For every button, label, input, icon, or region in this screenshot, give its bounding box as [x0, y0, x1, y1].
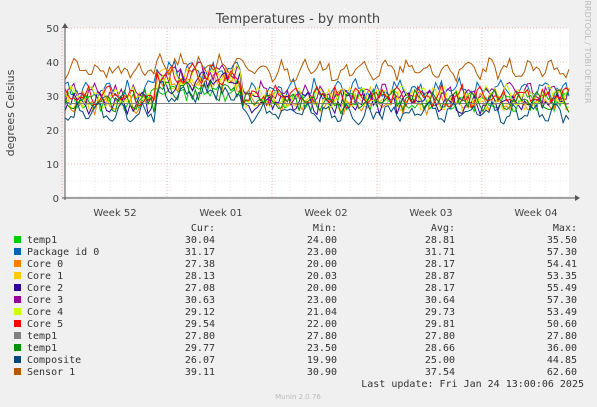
legend-cur: 27.08	[185, 283, 215, 294]
legend-swatch	[14, 236, 21, 243]
legend-avg: 25.00	[425, 355, 455, 366]
legend-swatch	[14, 260, 21, 267]
legend-swatch	[14, 356, 21, 363]
legend-max: 57.30	[547, 295, 577, 306]
legend-min: 23.00	[307, 295, 337, 306]
legend-avg: 37.54	[425, 367, 455, 378]
legend-avg: 28.87	[425, 271, 455, 282]
legend-min: 30.90	[307, 367, 337, 378]
legend-cur: 30.04	[185, 235, 215, 246]
legend-name: temp1	[27, 235, 57, 246]
legend-swatch	[14, 284, 21, 291]
legend-header-avg: Avg:	[431, 223, 455, 234]
legend-min: 23.00	[307, 247, 337, 258]
legend-max: 62.60	[547, 367, 577, 378]
legend-swatch	[14, 248, 21, 255]
y-tick-label: 30	[46, 92, 59, 103]
legend-max: 55.49	[547, 283, 577, 294]
legend-avg: 28.17	[425, 283, 455, 294]
legend-cur: 27.38	[185, 259, 215, 270]
y-tick-label: 20	[46, 126, 59, 137]
legend-max: 35.50	[547, 235, 577, 246]
temperature-chart: 0 10 20 30 40 50 Week 52 Week 01 Week 02 Week 03…	[0, 0, 597, 407]
legend-cur: 30.63	[185, 295, 215, 306]
legend-max: 57.30	[547, 247, 577, 258]
legend-cur: 29.77	[185, 343, 215, 354]
x-tick-label: Week 03	[409, 208, 452, 219]
legend-avg: 29.73	[425, 307, 455, 318]
legend-header-max: Max:	[553, 223, 577, 234]
x-tick-label: Week 01	[199, 208, 242, 219]
legend-max: 54.41	[547, 259, 577, 270]
munin-version: Munin 2.0.76	[275, 393, 321, 401]
legend-swatch	[14, 272, 21, 279]
legend-min: 20.00	[307, 283, 337, 294]
last-update: Last update: Fri Jan 24 13:00:06 2025	[361, 379, 584, 390]
legend-min: 20.03	[307, 271, 337, 282]
legend-max: 44.85	[547, 355, 577, 366]
legend-avg: 28.81	[425, 235, 455, 246]
legend-name: Core 5	[27, 319, 63, 330]
legend-avg: 29.81	[425, 319, 455, 330]
legend-min: 23.50	[307, 343, 337, 354]
legend-cur: 28.13	[185, 271, 215, 282]
legend-name: Core 2	[27, 283, 63, 294]
legend-cur: 29.12	[185, 307, 215, 318]
y-tick-label: 0	[53, 194, 59, 205]
legend-cur: 31.17	[185, 247, 215, 258]
legend-avg: 28.17	[425, 259, 455, 270]
x-tick-label: Week 52	[93, 208, 136, 219]
legend-min: 24.00	[307, 235, 337, 246]
legend-max: 53.49	[547, 307, 577, 318]
legend-avg: 27.80	[425, 331, 455, 342]
legend-swatch	[14, 344, 21, 351]
legend-max: 27.80	[547, 331, 577, 342]
legend-header-cur: Cur:	[191, 223, 215, 234]
legend-min: 21.04	[307, 307, 337, 318]
legend-min: 20.00	[307, 259, 337, 270]
legend-cur: 26.07	[185, 355, 215, 366]
legend-swatch	[14, 320, 21, 327]
y-tick-label: 50	[46, 24, 59, 35]
legend-min: 22.00	[307, 319, 337, 330]
y-tick-label: 10	[46, 160, 59, 171]
legend-max: 50.60	[547, 319, 577, 330]
legend-max: 36.00	[547, 343, 577, 354]
legend-header-min: Min:	[313, 223, 337, 234]
legend-swatch	[14, 332, 21, 339]
chart-title: Temperatures - by month	[215, 12, 380, 27]
rrdtool-watermark: RRDTOOL / TOBI OETIKER	[583, 0, 592, 103]
legend-name: Sensor 1	[27, 367, 75, 378]
y-tick-label: 40	[46, 58, 59, 69]
legend-avg: 30.64	[425, 295, 455, 306]
legend-name: Core 3	[27, 295, 63, 306]
legend-swatch	[14, 308, 21, 315]
legend-name: Core 1	[27, 271, 63, 282]
legend-min: 27.80	[307, 331, 337, 342]
x-tick-label: Week 04	[514, 208, 557, 219]
x-tick-label: Week 02	[304, 208, 347, 219]
legend-name: Package id 0	[27, 247, 99, 258]
y-axis-label: degrees Celsius	[4, 69, 17, 156]
legend-name: Composite	[27, 355, 81, 366]
legend-name: temp1	[27, 343, 57, 354]
legend-name: temp1	[27, 331, 57, 342]
legend-cur: 27.80	[185, 331, 215, 342]
legend-min: 19.90	[307, 355, 337, 366]
legend-avg: 31.71	[425, 247, 455, 258]
legend-name: Core 4	[27, 307, 63, 318]
legend-avg: 28.66	[425, 343, 455, 354]
legend-max: 53.35	[547, 271, 577, 282]
legend-swatch	[14, 368, 21, 375]
legend-cur: 39.11	[185, 367, 215, 378]
legend-swatch	[14, 296, 21, 303]
legend-name: Core 0	[27, 259, 63, 270]
legend-cur: 29.54	[185, 319, 215, 330]
